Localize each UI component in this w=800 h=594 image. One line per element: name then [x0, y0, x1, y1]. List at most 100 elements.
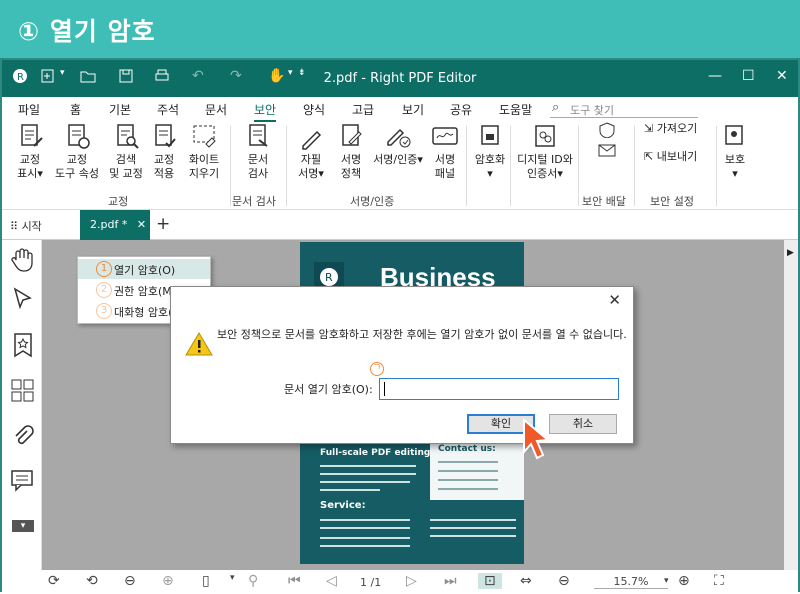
page-view-icon[interactable]: ▯ [202, 573, 210, 589]
menu-help[interactable]: 도움말 [499, 101, 532, 118]
signature-panel-button[interactable]: 서명 패널 [428, 122, 462, 181]
menu-view[interactable]: 보기 [402, 101, 424, 118]
add-tab-button[interactable]: + [156, 214, 170, 234]
sign-certify-button[interactable]: 서명/인증▾ [370, 122, 426, 167]
menu-comment[interactable]: 주석 [157, 101, 179, 118]
label: 적용 [153, 167, 175, 180]
tab-start[interactable]: ⠿ 시작 [10, 218, 42, 234]
select-arrow-icon[interactable] [10, 286, 36, 312]
next-page-icon[interactable]: ▷ [406, 573, 417, 589]
handwritten-signature-button[interactable]: 자필 서명▾ [292, 122, 330, 181]
label: 화이트 [188, 153, 220, 166]
tool-search-input[interactable]: ⌕ 도구 찾기 [550, 100, 698, 118]
contact-heading: Contact us: [438, 444, 496, 454]
prev-page-icon[interactable]: ◁ [326, 573, 337, 589]
label: 검색 [115, 153, 137, 166]
open-password-input[interactable] [379, 378, 619, 400]
tab-document[interactable]: 2.pdf * ✕ [80, 210, 150, 240]
expand-sidebar-icon[interactable]: ▾ [12, 520, 34, 532]
fullscreen-icon[interactable]: ⛶ [714, 573, 724, 589]
close-icon[interactable]: ✕ [608, 291, 621, 309]
inspect-document-button[interactable]: 문서 검사 [240, 122, 276, 181]
first-page-icon[interactable]: ⏮ [288, 573, 301, 589]
fit-page-icon[interactable]: ⊡ [478, 573, 502, 589]
scroll-right-icon[interactable]: ▶ [787, 248, 794, 258]
label: 서명/인증 [373, 153, 418, 166]
menu-form[interactable]: 양식 [303, 101, 325, 118]
menu-item-label: 권한 암호(M) [114, 285, 177, 298]
zoom-out-icon[interactable]: ⊖ [558, 573, 570, 589]
menu-advanced[interactable]: 고급 [352, 101, 374, 118]
vertical-scrollbar[interactable]: ▶ [784, 240, 798, 570]
bookmark-icon[interactable] [10, 332, 36, 358]
step-number: ① [18, 17, 41, 46]
maximize-icon[interactable]: ☐ [742, 68, 755, 84]
banner-title: 열기 암호 [49, 17, 156, 46]
page-lower-section: Full-scale PDF editing Service: Contact … [300, 438, 524, 562]
chevron-down-icon: ▾ [557, 167, 563, 180]
encrypt-button[interactable]: 암호화 ▾ [470, 122, 510, 181]
rotate-cw-icon[interactable]: ⟳ [48, 573, 60, 589]
last-page-icon[interactable]: ⏭ [444, 573, 457, 589]
pen-icon [302, 130, 322, 150]
menu-file[interactable]: 파일 [18, 101, 40, 118]
label: 암호화 [474, 153, 506, 166]
hand-tool-icon[interactable] [10, 246, 36, 272]
menu-security[interactable]: 보안 [254, 101, 277, 122]
security-settings-buttons[interactable]: ⇲ 가져오기 ⇱ 내보내기 [644, 122, 710, 164]
back-icon[interactable]: ⊖ [124, 573, 136, 589]
signature-policy-button[interactable]: 서명 정책 [334, 122, 368, 181]
menu-item-label: 열기 암호(O) [114, 264, 176, 277]
divider [466, 126, 467, 206]
menu-home[interactable]: 홈 [70, 101, 81, 118]
contact-box: Contact us: [430, 438, 524, 500]
group-label-distribute: 보안 배달 [582, 195, 626, 208]
import-label: 가져오기 [656, 122, 698, 135]
signature-panel-icon [432, 127, 458, 145]
document-tabs: ⠿ 시작 2.pdf * ✕ + [2, 210, 798, 240]
digital-id-button[interactable]: 디지털 ID와 인증서▾ [514, 122, 576, 181]
lock-doc-icon [481, 125, 499, 145]
pin-icon[interactable]: ⚲ [248, 573, 258, 589]
pointer-cursor-icon [523, 418, 551, 460]
menu-document[interactable]: 문서 [205, 101, 227, 118]
zoom-level[interactable]: 15.7% [594, 575, 668, 589]
close-icon[interactable]: ✕ [776, 68, 788, 84]
tab-document-label: 2.pdf * [90, 218, 128, 231]
chevron-down-icon[interactable]: ▾ [664, 576, 669, 586]
chevron-down-icon[interactable]: ▾ [230, 573, 235, 583]
mark-correction-button[interactable]: 교정 표시▾ [12, 122, 48, 181]
rotate-ccw-icon[interactable]: ⟲ [86, 573, 98, 589]
cancel-button[interactable]: 취소 [549, 414, 617, 434]
attachment-icon[interactable] [10, 424, 36, 450]
forward-icon[interactable]: ⊕ [162, 573, 174, 589]
group-label-settings: 보안 설정 [650, 195, 694, 208]
thumbnails-icon[interactable] [10, 378, 36, 404]
search-icon: ⌕ [552, 100, 560, 115]
apply-correction-button[interactable]: 교정 적용 [148, 122, 180, 181]
menu-open-password[interactable]: 1 열기 암호(O) [78, 259, 210, 279]
divider [510, 126, 511, 206]
password-field-label: 문서 열기 암호(O): [284, 383, 373, 396]
doc-search-icon [117, 124, 139, 149]
search-correct-button[interactable]: 검색 및 교정 [106, 122, 146, 181]
whiteout-button[interactable]: 화이트 지우기 [184, 122, 224, 181]
open-password-dialog: ✕ 보안 정책으로 문서를 암호화하고 저장한 후에는 열기 암호가 없이 문서… [170, 286, 634, 444]
chevron-down-icon: ▾ [417, 153, 423, 166]
annotation-badge: ㄱ [370, 362, 384, 376]
divider [230, 126, 231, 206]
page-service-heading: Service: [320, 500, 366, 511]
divider [634, 126, 635, 206]
menu-basic[interactable]: 기본 [109, 101, 131, 118]
fit-width-icon[interactable]: ⇔ [520, 573, 532, 589]
protect-button[interactable]: 보호 ▾ [720, 122, 750, 181]
distribute-buttons[interactable] [592, 122, 622, 162]
page-indicator[interactable]: 1 /1 [360, 576, 381, 589]
correction-properties-button[interactable]: 교정 도구 속성 [52, 122, 102, 181]
minimize-icon[interactable]: — [708, 68, 722, 84]
comments-icon[interactable] [10, 468, 36, 494]
menu-share[interactable]: 공유 [450, 101, 472, 118]
label: 지우기 [188, 167, 220, 180]
close-tab-icon[interactable]: ✕ [137, 218, 146, 231]
zoom-in-icon[interactable]: ⊕ [678, 573, 690, 589]
